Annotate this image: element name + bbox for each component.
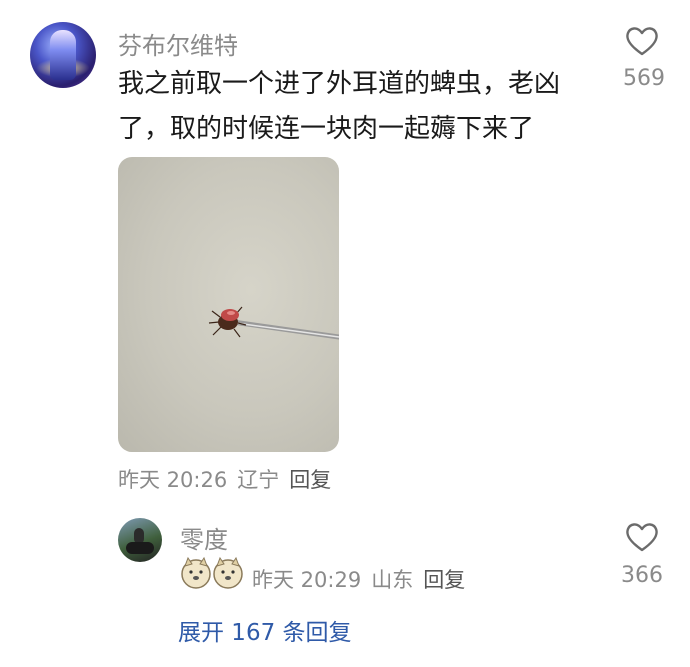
user-avatar[interactable] bbox=[30, 22, 96, 88]
like-count: 569 bbox=[623, 66, 665, 91]
comment-location: 山东 bbox=[371, 568, 414, 592]
expand-replies-link[interactable]: 展开 167 条回复 bbox=[178, 613, 352, 647]
comment-time: 昨天 20:26 bbox=[118, 468, 228, 492]
like-count: 366 bbox=[621, 563, 663, 588]
comment-text: 我之前取一个进了外耳道的蜱虫，老凶了，取的时候连一块肉一起薅下来了 bbox=[118, 69, 561, 144]
reply-button[interactable]: 回复 bbox=[423, 568, 465, 592]
comment-meta: 昨天 20:26 辽宁 回复 bbox=[118, 464, 331, 494]
username[interactable]: 芬布尔维特 bbox=[118, 26, 238, 61]
comment-photo[interactable] bbox=[118, 157, 339, 452]
heart-icon[interactable] bbox=[625, 26, 659, 56]
comment-meta: 昨天 20:29 山东 回复 bbox=[252, 564, 465, 594]
reply-button[interactable]: 回复 bbox=[289, 468, 331, 492]
heart-icon[interactable] bbox=[625, 522, 659, 552]
username[interactable]: 零度 bbox=[180, 520, 228, 555]
comment-location: 辽宁 bbox=[237, 468, 280, 492]
user-avatar[interactable] bbox=[118, 518, 162, 562]
doge-emoji-icon bbox=[181, 556, 243, 589]
comment-time: 昨天 20:29 bbox=[252, 568, 362, 592]
